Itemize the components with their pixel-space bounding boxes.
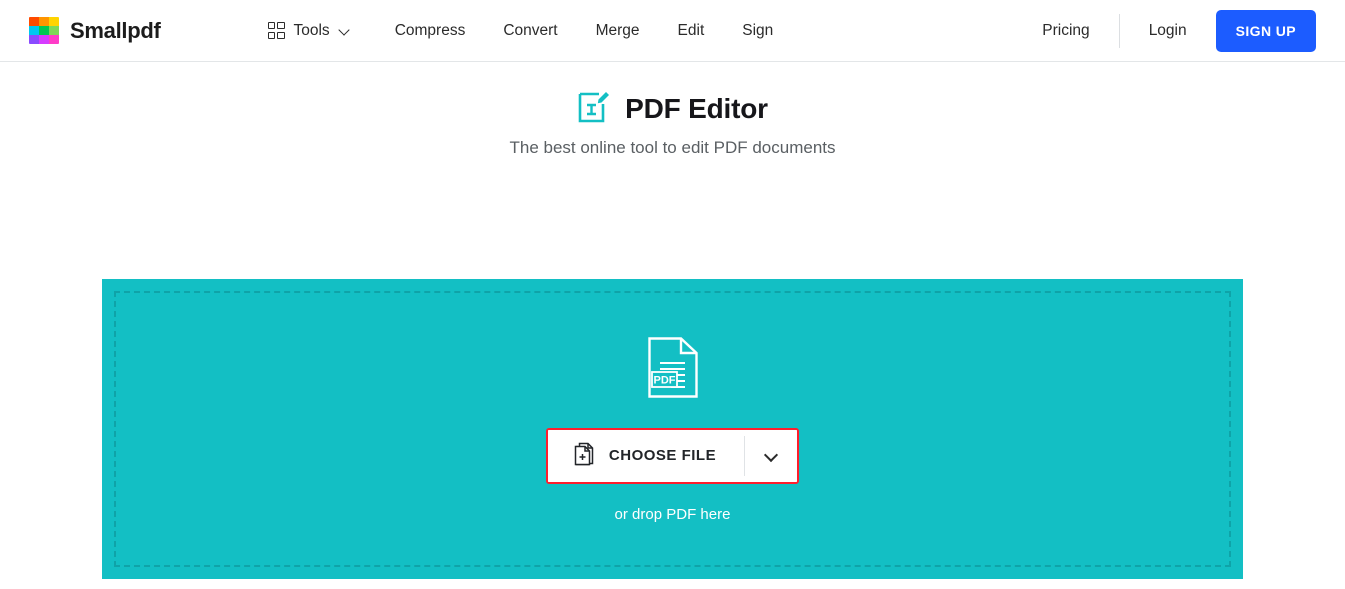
file-plus-icon (574, 442, 596, 469)
main-navigation: Tools Compress Convert Merge Edit Sign (264, 16, 773, 46)
chevron-down-icon (765, 449, 778, 462)
header-divider (1118, 13, 1120, 48)
nav-link-merge[interactable]: Merge (596, 16, 640, 46)
logo-cell-7 (29, 35, 39, 44)
logo-cell-8 (39, 35, 49, 44)
brand-logo-link[interactable]: Smallpdf (29, 17, 161, 44)
hero-title-row: PDF Editor (0, 88, 1345, 129)
smallpdf-logo-icon (29, 17, 59, 44)
dropzone-dashed-area: PDF CHOOSE FILE or drop PDF here (114, 291, 1231, 567)
choose-file-dropdown-button[interactable] (745, 429, 798, 482)
chevron-down-icon (340, 25, 351, 36)
logo-cell-4 (29, 26, 39, 35)
nav-link-sign[interactable]: Sign (742, 16, 773, 46)
pdf-file-icon: PDF (647, 336, 699, 404)
nav-tools-menu[interactable]: Tools (264, 16, 355, 46)
choose-file-label: CHOOSE FILE (608, 447, 717, 464)
pdf-editor-icon (577, 88, 611, 129)
grid-icon (267, 22, 285, 39)
logo-cell-2 (39, 17, 49, 26)
choose-file-group: CHOOSE FILE (545, 427, 800, 484)
brand-name: Smallpdf (70, 17, 161, 43)
logo-cell-3 (49, 17, 59, 26)
page-title: PDF Editor (625, 92, 768, 124)
file-dropzone[interactable]: PDF CHOOSE FILE or drop PDF here (102, 279, 1243, 579)
dropzone-wrapper: PDF CHOOSE FILE or drop PDF here (0, 279, 1345, 579)
nav-link-pricing[interactable]: Pricing (1042, 16, 1089, 46)
choose-file-button[interactable]: CHOOSE FILE (547, 429, 745, 482)
signup-button[interactable]: SIGN UP (1215, 9, 1316, 52)
site-header: Smallpdf Tools Compress Convert Merge Ed… (0, 0, 1345, 62)
nav-link-compress[interactable]: Compress (395, 16, 466, 46)
nav-tools-label: Tools (293, 21, 330, 39)
hero-section: PDF Editor The best online tool to edit … (0, 88, 1345, 158)
svg-text:PDF: PDF (653, 374, 675, 386)
logo-cell-6 (49, 26, 59, 35)
hero-subtitle: The best online tool to edit PDF documen… (509, 138, 836, 157)
header-actions: Pricing Login SIGN UP (1042, 9, 1316, 52)
nav-link-convert[interactable]: Convert (503, 16, 557, 46)
logo-cell-9 (49, 35, 59, 44)
drop-hint-text: or drop PDF here (614, 505, 731, 523)
nav-link-edit[interactable]: Edit (678, 16, 705, 46)
login-link[interactable]: Login (1149, 16, 1187, 46)
logo-cell-1 (29, 17, 39, 26)
logo-cell-5 (39, 26, 49, 35)
